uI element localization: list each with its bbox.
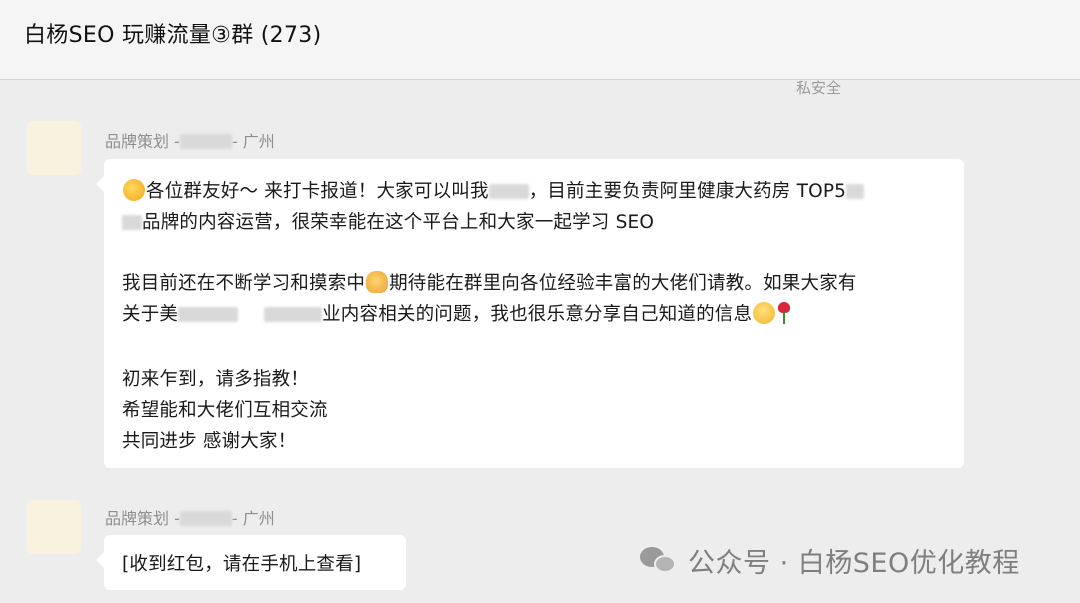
avatar[interactable] <box>27 500 81 554</box>
sender-name: 品牌策划 - - 广州 <box>105 505 275 529</box>
sender-name-suffix: - 广州 <box>231 132 275 151</box>
sender-name-suffix: - 广州 <box>231 509 275 528</box>
message-text: 品牌的内容运营，很荣幸能在这个平台上和大家一起学习 SEO <box>142 212 655 233</box>
sender-name-prefix: 品牌策划 - <box>105 509 180 528</box>
message-line: 关于美 业内容相关的问题，我也很乐意分享自己知道的信息 <box>122 300 792 326</box>
avatar[interactable] <box>27 121 81 175</box>
redacted-text <box>488 184 529 199</box>
sender-name: 品牌策划 - - 广州 <box>105 128 275 152</box>
message-line: 共同进步 感谢大家！ <box>122 431 297 452</box>
redacted-name <box>179 134 232 149</box>
message-line: 初来乍到，请多指教！ <box>122 369 310 390</box>
redacted-name <box>179 511 232 526</box>
message-line: 我目前还在不断学习和摸索中 期待能在群里向各位经验丰富的大佬们请教。如果大家有 <box>122 269 857 295</box>
message-text: 业内容相关的问题，我也很乐意分享自己知道的信息 <box>322 304 753 325</box>
chat-title[interactable]: 白杨SEO 玩赚流量③群 (273) <box>24 17 321 49</box>
smiling-face-emoji <box>753 302 776 324</box>
rose-emoji <box>777 302 791 324</box>
folded-hands-emoji <box>366 271 389 293</box>
watermark: 公众号 · 白杨SEO优化教程 <box>640 540 1020 580</box>
thinking-face-emoji <box>123 179 145 201</box>
message-text: 各位群友好～ 来打卡报道！大家可以叫我 <box>146 181 489 202</box>
red-packet-bubble[interactable]: [收到红包，请在手机上查看] <box>96 535 406 590</box>
wechat-icon <box>640 545 678 575</box>
cut-off-notice: 私安全 <box>796 79 842 97</box>
message-line: 各位群友好～ 来打卡报道！大家可以叫我 ，目前主要负责阿里健康大药房 TOP5 <box>122 177 865 203</box>
message-line: 品牌的内容运营，很荣幸能在这个平台上和大家一起学习 SEO <box>122 208 654 234</box>
redacted-text <box>846 184 865 199</box>
chat-header: 白杨SEO 玩赚流量③群 (273) <box>0 0 1080 80</box>
redacted-text <box>122 215 142 230</box>
message-line: 希望能和大佬们互相交流 <box>122 400 328 421</box>
message-bubble[interactable]: 各位群友好～ 来打卡报道！大家可以叫我 ，目前主要负责阿里健康大药房 TOP5 品… <box>96 159 964 468</box>
message-text: 我目前还在不断学习和摸索中 <box>122 273 366 294</box>
message-text: 期待能在群里向各位经验丰富的大佬们请教。如果大家有 <box>389 273 857 294</box>
sender-name-prefix: 品牌策划 - <box>105 132 180 151</box>
message-text: 关于美 <box>122 304 179 325</box>
redacted-text <box>178 307 239 322</box>
watermark-text: 公众号 · 白杨SEO优化教程 <box>688 547 1020 579</box>
red-packet-text: [收到红包，请在手机上查看] <box>122 554 362 575</box>
message-text: ，目前主要负责阿里健康大药房 TOP5 <box>528 181 847 202</box>
redacted-text <box>264 307 323 322</box>
